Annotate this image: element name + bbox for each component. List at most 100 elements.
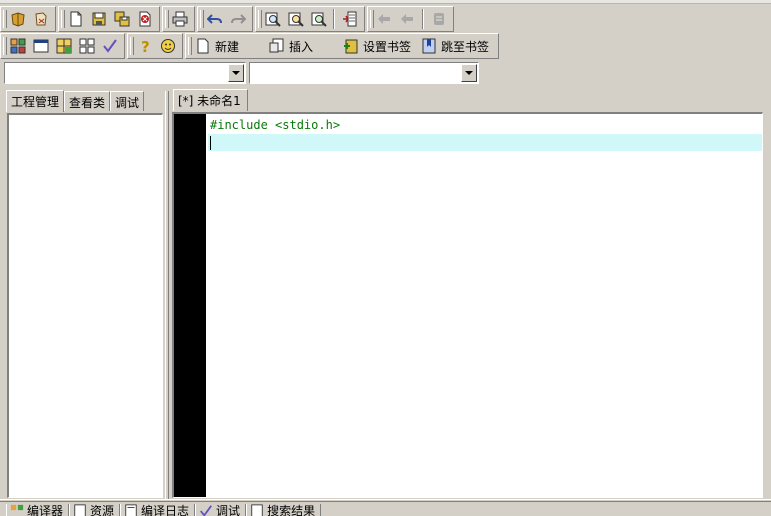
toolbar-group-search (255, 6, 365, 32)
about-button[interactable] (157, 35, 179, 57)
rebuild-grid-icon (79, 38, 95, 54)
stop-button[interactable] (428, 8, 450, 30)
new-button[interactable]: 新建 (192, 35, 245, 57)
compile-grid-icon (10, 38, 26, 54)
close-project-button[interactable] (30, 8, 52, 30)
class-combo[interactable] (4, 62, 246, 84)
code-editor[interactable]: #include <stdio.h> (172, 112, 763, 498)
open-project-button[interactable] (7, 8, 29, 30)
run-button[interactable] (30, 35, 52, 57)
redo-arrow-icon (231, 14, 246, 24)
secondary-toolbar: ? 新建 插入 设置书签 跳至书签 (0, 32, 501, 60)
goto-line-icon (343, 11, 357, 27)
compile-run-button[interactable] (53, 35, 75, 57)
replace-button[interactable] (285, 8, 307, 30)
save-all-button[interactable] (111, 8, 133, 30)
checkmark-icon (103, 39, 117, 53)
forward-button[interactable] (397, 8, 419, 30)
debug-check-icon (200, 505, 213, 516)
bottom-splitter[interactable] (0, 499, 771, 502)
save-icon (92, 12, 106, 26)
window-top-edge (0, 0, 771, 4)
set-bookmark-label: 设置书签 (363, 39, 412, 54)
insert-icon (269, 38, 284, 53)
tab-class-view[interactable]: 查看类 (64, 91, 111, 111)
new-file-icon (197, 38, 209, 54)
chevron-down-icon (465, 71, 473, 75)
code-line: #include <stdio.h> (210, 118, 341, 132)
toolbar-group-edit (197, 6, 253, 32)
redo-button[interactable] (227, 8, 249, 30)
toolbar-group-print (162, 6, 195, 32)
tab-compile-log[interactable]: 编译日志 (120, 504, 196, 516)
member-combo-dropdown[interactable] (461, 64, 477, 82)
find-icon (265, 12, 281, 27)
print-button[interactable] (169, 8, 191, 30)
forward-icon (401, 14, 413, 24)
text-caret (210, 135, 211, 150)
goto-bookmark-button[interactable]: 跳至书签 (418, 35, 495, 57)
save-all-icon (114, 11, 130, 27)
close-project-icon (35, 12, 47, 26)
compile-run-icon (56, 38, 72, 54)
tab-search-results[interactable]: 搜索结果 (246, 504, 322, 516)
toolbar-group-file (58, 6, 160, 32)
resources-icon (74, 504, 86, 516)
back-button[interactable] (374, 8, 396, 30)
toolbar-group-project (0, 6, 56, 32)
goto-line-button[interactable] (339, 8, 361, 30)
rebuild-all-button[interactable] (76, 35, 98, 57)
close-file-icon (139, 11, 151, 27)
project-tree-panel[interactable] (7, 113, 163, 498)
tab-debug[interactable]: 调试 (110, 91, 145, 111)
find-next-icon (311, 12, 327, 27)
printer-icon (172, 11, 188, 27)
insert-button-label: 插入 (289, 39, 314, 54)
tab-resources[interactable]: 资源 (69, 504, 121, 516)
tab-search-results-label: 搜索结果 (267, 504, 316, 516)
toolbar-group-help: ? (127, 33, 183, 59)
code-line-current (208, 134, 762, 151)
replace-icon (288, 12, 304, 27)
tab-debug-output-label: 调试 (216, 504, 241, 516)
find-next-button[interactable] (308, 8, 330, 30)
undo-arrow-icon (207, 14, 222, 24)
editor-tabs: [*] 未命名1 (173, 89, 248, 111)
toolbar-group-project-actions: 新建 插入 设置书签 跳至书签 (185, 33, 500, 59)
left-panel-tabs: 工程管理 查看类 调试 (6, 90, 145, 112)
compiler-grid-icon (10, 504, 24, 511)
bookmark-icon (422, 38, 436, 54)
panel-splitter[interactable] (165, 91, 169, 499)
toolbar-separator (422, 9, 424, 29)
find-button[interactable] (262, 8, 284, 30)
member-combo[interactable] (249, 62, 479, 84)
new-button-label: 新建 (215, 39, 240, 54)
goto-bookmark-label: 跳至书签 (441, 39, 490, 54)
toolbar-group-nav (367, 6, 454, 32)
save-button[interactable] (88, 8, 110, 30)
code-area[interactable]: #include <stdio.h> (208, 117, 762, 151)
bookmark-add-icon (344, 39, 358, 54)
line-gutter (174, 114, 206, 497)
tab-compile-log-label: 编译日志 (141, 504, 190, 516)
tab-debug-output[interactable]: 调试 (195, 504, 247, 516)
class-member-selector (4, 62, 479, 86)
window-icon (33, 39, 49, 53)
tab-untitled-file[interactable]: [*] 未命名1 (173, 89, 248, 111)
close-file-button[interactable] (134, 8, 156, 30)
insert-button[interactable]: 插入 (266, 35, 319, 57)
class-combo-dropdown[interactable] (228, 64, 244, 82)
set-bookmark-button[interactable]: 设置书签 (340, 35, 417, 57)
smiley-icon (161, 39, 175, 53)
syntax-check-button[interactable] (99, 35, 121, 57)
tab-resources-label: 资源 (90, 504, 115, 516)
stop-icon (434, 13, 444, 25)
compile-button[interactable] (7, 35, 29, 57)
help-button[interactable]: ? (134, 35, 156, 57)
tab-compiler[interactable]: 编译器 (6, 504, 70, 516)
new-file-button[interactable] (65, 8, 87, 30)
tab-project-manager[interactable]: 工程管理 (6, 90, 65, 112)
chevron-down-icon (232, 71, 240, 75)
undo-button[interactable] (204, 8, 226, 30)
log-icon (125, 504, 137, 516)
